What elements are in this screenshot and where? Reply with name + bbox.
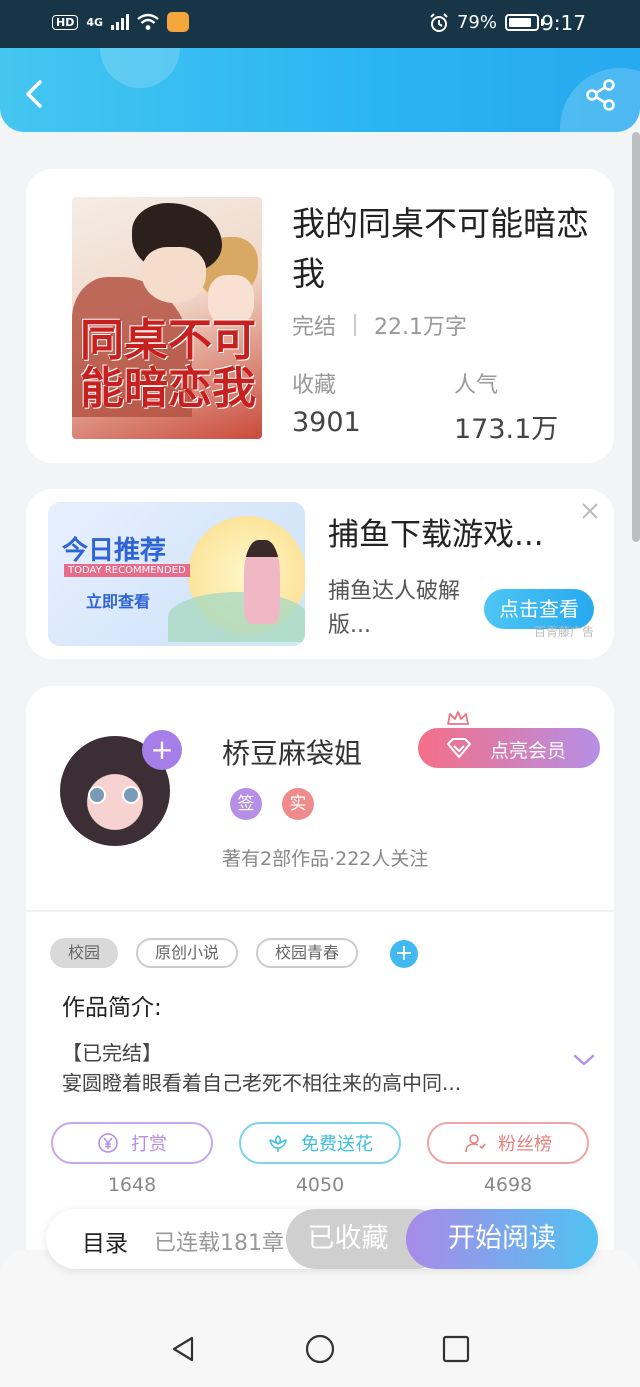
book-cover[interactable]: 同桌不可能暗恋我 (72, 197, 262, 439)
ad-title: 捕鱼下载游戏... (328, 517, 544, 553)
table-of-contents-button[interactable]: 目录 (82, 1224, 128, 1258)
ad-description: 捕鱼达人破解版... (328, 579, 461, 638)
book-title: 我的同桌不可能暗恋我 (292, 204, 589, 293)
system-nav-bar (0, 1250, 640, 1387)
follow-author-button[interactable]: + (142, 730, 182, 770)
tag[interactable]: 原创小说 (136, 938, 238, 968)
add-tag-button[interactable]: + (390, 940, 418, 968)
author-name[interactable]: 桥豆麻袋姐 (222, 732, 362, 772)
status-right: 79% (429, 12, 544, 33)
ad-image-cta: 立即查看 (86, 592, 151, 611)
crown-icon (447, 711, 469, 725)
tag[interactable]: 校园 (50, 938, 118, 968)
hd-indicator: HD (52, 14, 79, 30)
ad-source: 百青藤广告 (534, 625, 595, 639)
yen-coin-icon (98, 1133, 118, 1153)
ad-image-bush (168, 592, 305, 642)
fan-count: 4698 (483, 1174, 533, 1196)
tip-label: 打赏 (131, 1134, 167, 1155)
divider (26, 910, 614, 912)
notification-app-icon (167, 12, 190, 32)
fan-user-icon (465, 1134, 486, 1153)
diamond-icon (447, 738, 471, 758)
scrollbar[interactable] (632, 132, 640, 542)
vip-button[interactable]: 点亮会员 (418, 711, 600, 768)
cover-figure (142, 247, 206, 303)
start-reading-button[interactable]: 开始阅读 (406, 1209, 598, 1269)
clock: 9:17 (541, 11, 586, 35)
vip-label: 点亮会员 (490, 740, 567, 762)
status-bar: HD 4G 79% 9:17 (0, 0, 640, 48)
book-info-card: 同桌不可能暗恋我 我的同桌不可能暗恋我 完结 22.1万字 收藏 3901 人气… (26, 169, 614, 463)
favorites-value: 3901 (292, 407, 361, 438)
status-left: HD 4G (52, 12, 190, 32)
avatar-eye (88, 786, 106, 804)
battery-icon (505, 14, 539, 31)
nav-back-icon[interactable] (168, 1334, 198, 1364)
signal-icon (111, 14, 130, 30)
battery-percent: 79% (456, 12, 497, 33)
intro-text[interactable]: 【已完结】 宴圆瞪着眼看着自己老死不相往来的高中同... (62, 1038, 542, 1098)
intro-line: 【已完结】 (62, 1041, 162, 1065)
chapter-count[interactable]: 已连载181章 (154, 1225, 284, 1257)
intro-heading: 作品简介: (62, 995, 162, 1021)
alarm-icon (430, 12, 448, 32)
nav-recents-icon[interactable] (441, 1334, 471, 1364)
tip-button[interactable]: 打赏 (51, 1122, 213, 1164)
fan-ranking-button[interactable]: 粉丝榜 (427, 1122, 589, 1164)
bottom-action-bar: 目录 已连载181章 已收藏 开始阅读 (46, 1209, 598, 1269)
send-flower-label: 免费送花 (301, 1134, 373, 1155)
popularity-label: 人气 (454, 373, 499, 398)
top-header (0, 48, 640, 132)
signed-badge: 签 (230, 788, 262, 820)
popularity-value: 173.1万 (454, 414, 559, 445)
verified-badge: 实 (282, 788, 314, 820)
ad-image[interactable]: 今日推荐 TODAY RECOMMENDED 立即查看 (48, 502, 305, 646)
close-icon[interactable] (578, 499, 602, 523)
nav-home-icon[interactable] (305, 1334, 335, 1364)
favorites-label: 收藏 (292, 373, 337, 398)
network-type: 4G (86, 15, 104, 29)
send-flower-button[interactable]: 免费送花 (239, 1122, 401, 1164)
word-count: 22.1万字 (374, 315, 468, 340)
collected-label: 已收藏 (307, 1223, 389, 1254)
ad-card[interactable]: 今日推荐 TODAY RECOMMENDED 立即查看 捕鱼下载游戏... 捕鱼… (26, 489, 614, 659)
decor-bubble (100, 48, 180, 88)
intro-line: 宴圆瞪着眼看着自己老死不相往来的高中同... (62, 1071, 462, 1095)
ad-image-title: 今日推荐 (62, 536, 167, 566)
flower-icon (269, 1135, 287, 1152)
chevron-down-icon[interactable] (572, 1052, 596, 1068)
cover-title: 同桌不可能暗恋我 (80, 315, 256, 414)
book-status: 完结 (292, 315, 337, 340)
tag[interactable]: 校园青春 (256, 938, 358, 968)
wifi-icon (137, 13, 159, 30)
book-status-row: 完结 22.1万字 (292, 309, 467, 341)
tip-count: 1648 (107, 1174, 157, 1196)
avatar-eye (122, 786, 140, 804)
fan-ranking-label: 粉丝榜 (498, 1134, 552, 1155)
ad-image-subtitle: TODAY RECOMMENDED (64, 564, 190, 577)
author-meta: 著有2部作品·222人关注 (222, 848, 429, 870)
flower-count: 4050 (295, 1174, 345, 1196)
ad-image-girl (244, 540, 280, 624)
separator (354, 314, 357, 336)
chevron-left-icon[interactable] (20, 74, 52, 114)
share-icon[interactable] (584, 78, 618, 112)
